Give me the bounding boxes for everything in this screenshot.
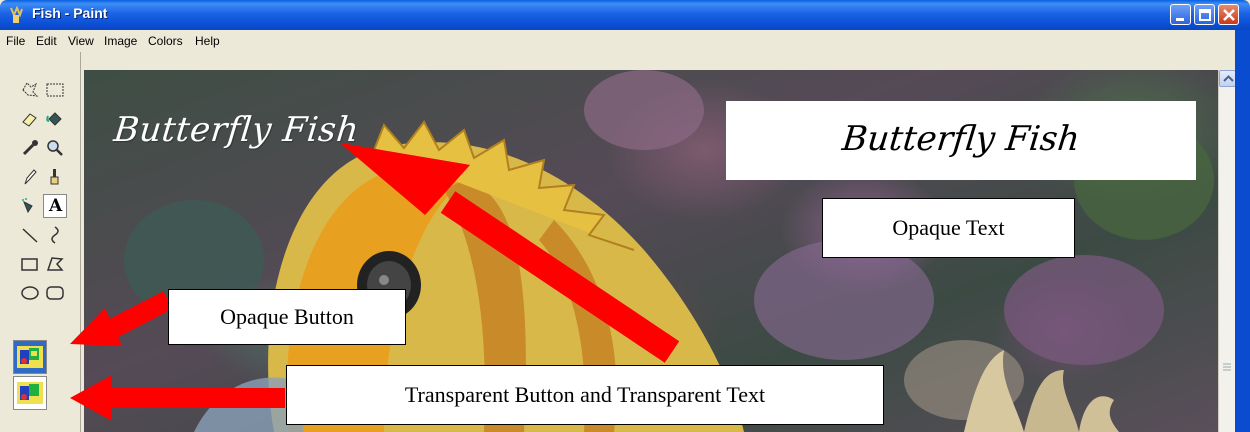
opaque-button-label: Opaque Button <box>220 304 354 329</box>
opaque-text-label: Opaque Text <box>892 215 1005 240</box>
opaque-text-callout: Opaque Text <box>822 198 1075 258</box>
arrowhead-transparent-button <box>70 375 112 421</box>
paint-window: Fish - Paint File Edit View Image Colors… <box>0 0 1250 432</box>
opaque-button-callout: Opaque Button <box>168 289 406 345</box>
arrow-to-transparent-text <box>440 191 680 363</box>
transparent-label: Transparent Button and Transparent Text <box>404 382 766 407</box>
arrow-to-opaque-button <box>105 291 173 339</box>
transparent-callout: Transparent Button and Transparent Text <box>286 365 884 425</box>
